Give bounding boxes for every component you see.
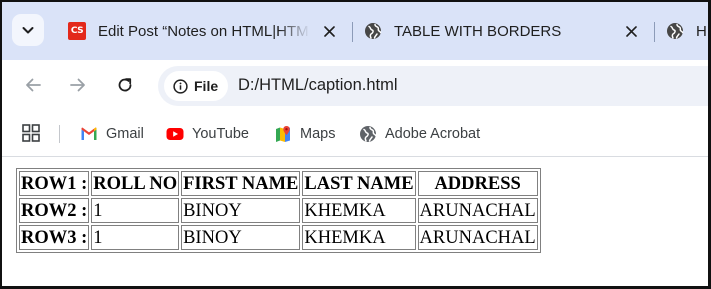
table-cell: KHEMKA (302, 225, 416, 250)
toolbar-divider (2, 156, 708, 157)
maps-icon (276, 126, 290, 142)
close-icon (625, 25, 637, 37)
globe-icon (364, 22, 382, 40)
column-header: FIRST NAME (181, 171, 301, 196)
table-cell: 1 (91, 198, 180, 223)
toolbar: File D:/HTML/caption.html (2, 60, 708, 112)
back-button[interactable] (20, 72, 46, 98)
address-bar[interactable]: File D:/HTML/caption.html (158, 66, 708, 106)
column-header: ADDRESS (417, 171, 538, 196)
forward-arrow-icon (70, 78, 85, 92)
info-icon (173, 78, 188, 94)
column-header: LAST NAME (302, 171, 416, 196)
apps-grid-icon[interactable] (22, 124, 40, 142)
tab-table-with-borders[interactable]: TABLE WITH BORDERS (356, 10, 648, 52)
bookmark-youtube[interactable]: YouTube (166, 122, 249, 146)
tab-strip: CS Edit Post “Notes on HTML|HTM TABLE WI… (2, 2, 708, 60)
table-cell: 1 (91, 225, 180, 250)
close-icon (323, 25, 335, 37)
bookmarks-bar: Gmail YouTube Maps Adobe Acrobat (2, 112, 708, 156)
reload-icon (118, 78, 132, 92)
table-cell: BINOY (181, 198, 301, 223)
row-header: ROW2 : (19, 198, 90, 223)
bookmark-label: Maps (300, 126, 336, 142)
tab-title: Edit Post “Notes on HTML|HTM (98, 22, 309, 40)
table-cell: KHEMKA (302, 198, 416, 223)
tab-title: H (696, 22, 707, 40)
codespeedy-favicon-icon: CS (68, 22, 86, 40)
table-row: ROW3 : 1 BINOY KHEMKA ARUNACHAL (19, 225, 538, 250)
bookmark-label: Gmail (106, 126, 144, 142)
bookmark-label: YouTube (192, 126, 249, 142)
gmail-icon (81, 127, 97, 140)
row-header: ROW1 : (19, 171, 90, 196)
bookmark-label: Adobe Acrobat (385, 126, 481, 142)
row-header: ROW3 : (19, 225, 90, 250)
tab-close-button[interactable] (620, 20, 642, 42)
table-cell: ARUNACHAL (417, 198, 538, 223)
tab-edit-post[interactable]: CS Edit Post “Notes on HTML|HTM (60, 10, 346, 52)
table-cell: BINOY (181, 225, 301, 250)
globe-icon (360, 126, 377, 142)
youtube-icon (166, 128, 184, 140)
bookmark-adobe-acrobat[interactable]: Adobe Acrobat (359, 122, 480, 146)
back-arrow-icon (26, 78, 41, 92)
forward-button[interactable] (65, 72, 91, 98)
column-header: ROLL NO (91, 171, 180, 196)
tab-title: TABLE WITH BORDERS (394, 22, 562, 40)
data-table: ROW1 : ROLL NO FIRST NAME LAST NAME ADDR… (16, 168, 541, 253)
page-content: ROW1 : ROLL NO FIRST NAME LAST NAME ADDR… (16, 168, 541, 253)
tab-separator (654, 22, 655, 42)
url-text[interactable]: D:/HTML/caption.html (238, 76, 398, 95)
bookmark-gmail[interactable]: Gmail (80, 122, 144, 146)
tab-separator (352, 22, 353, 42)
table-row: ROW2 : 1 BINOY KHEMKA ARUNACHAL (19, 198, 538, 223)
table-cell: ARUNACHAL (417, 225, 538, 250)
globe-icon (666, 22, 684, 40)
browser-window: CS Edit Post “Notes on HTML|HTM TABLE WI… (0, 0, 711, 289)
tab-close-button[interactable] (318, 20, 340, 42)
tab-search-button[interactable] (12, 14, 44, 46)
site-chip-label: File (194, 78, 219, 94)
tab-third[interactable]: H (658, 10, 708, 52)
bookmarks-separator (59, 125, 60, 143)
bookmark-maps[interactable]: Maps (274, 122, 335, 146)
site-info-chip[interactable]: File (164, 71, 228, 101)
reload-button[interactable] (112, 72, 138, 98)
table-header-row: ROW1 : ROLL NO FIRST NAME LAST NAME ADDR… (19, 171, 538, 196)
chevron-down-icon (22, 27, 34, 34)
